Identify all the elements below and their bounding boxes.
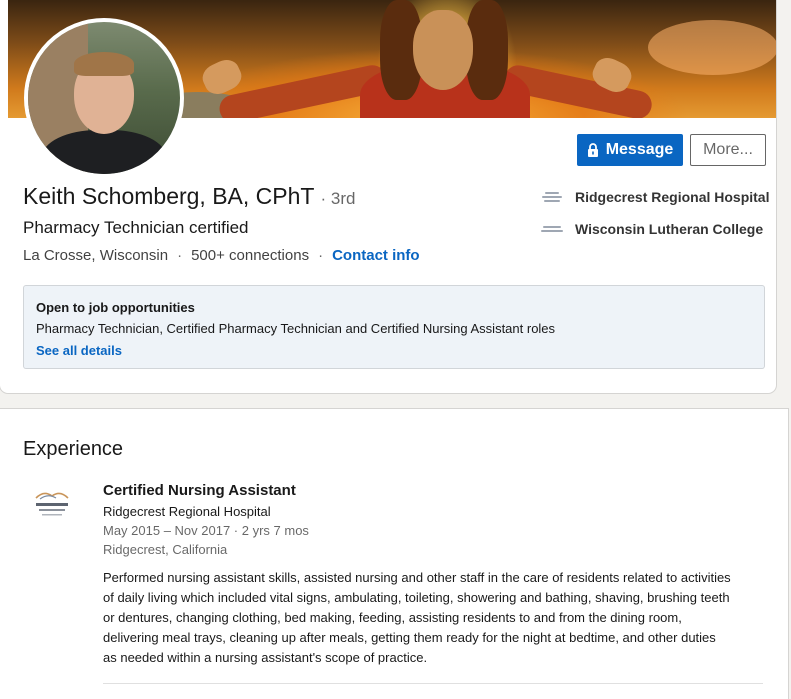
more-button[interactable]: More... (690, 134, 766, 166)
profile-headline: Pharmacy Technician certified (23, 218, 249, 237)
open-to-work-roles: Pharmacy Technician, Certified Pharmacy … (36, 321, 556, 336)
profile-location: La Crosse, Wisconsin (23, 247, 169, 264)
name-row: Keith Schomberg, BA, CPhT · 3rd (23, 183, 355, 210)
profile-name: Keith Schomberg, BA, CPhT (23, 183, 315, 209)
see-all-details-link[interactable]: See all details (36, 343, 752, 358)
message-button-label: Message (605, 141, 674, 158)
degree-label: 3rd (330, 189, 356, 208)
lock-icon (587, 143, 598, 157)
experience-section-title: Experience (23, 438, 124, 460)
banner-figure-face (413, 10, 473, 90)
experience-description: Performed nursing assistant skills, assi… (103, 570, 731, 665)
experience-job-title[interactable]: Certified Nursing Assistant (103, 482, 296, 499)
profile-meta-row: La Crosse, Wisconsin · 500+ connections … (23, 247, 420, 264)
message-button[interactable]: Message (577, 134, 683, 166)
experience-dates: May 2015 – Nov 2017 · 2 yrs 7 mos (103, 523, 309, 538)
banner-cloud (648, 20, 776, 75)
org-name: Wisconsin Lutheran College (575, 221, 764, 237)
meta-separator: · (318, 247, 324, 264)
meta-separator: · (177, 247, 183, 264)
ridgecrest-hospital-logo-icon[interactable] (30, 488, 74, 522)
org-ridgecrest[interactable]: Ridgecrest Regional Hospital (540, 189, 769, 205)
open-to-work-title: Open to job opportunities (36, 300, 195, 315)
avatar-hair (74, 52, 134, 76)
experience-company: Ridgecrest Regional Hospital (103, 504, 271, 519)
connection-degree: · 3rd (320, 189, 355, 209)
profile-photo-avatar[interactable] (24, 18, 184, 178)
experience-location: Ridgecrest, California (103, 542, 228, 557)
more-button-label: More... (703, 141, 753, 158)
connections-count[interactable]: 500+ connections (191, 247, 309, 264)
org-wisconsin-lutheran[interactable]: Wisconsin Lutheran College (540, 221, 763, 237)
hospital-logo-icon (540, 189, 564, 205)
avatar-shirt (42, 130, 166, 174)
profile-top-card: Message More... Keith Schomberg, BA, CPh… (0, 0, 776, 393)
degree-separator: · (320, 189, 327, 208)
college-logo-icon (540, 221, 564, 237)
org-name: Ridgecrest Regional Hospital (575, 189, 770, 205)
open-to-work-box: Open to job opportunities Pharmacy Techn… (23, 285, 765, 369)
experience-divider (103, 683, 763, 684)
contact-info-link[interactable]: Contact info (332, 247, 420, 264)
